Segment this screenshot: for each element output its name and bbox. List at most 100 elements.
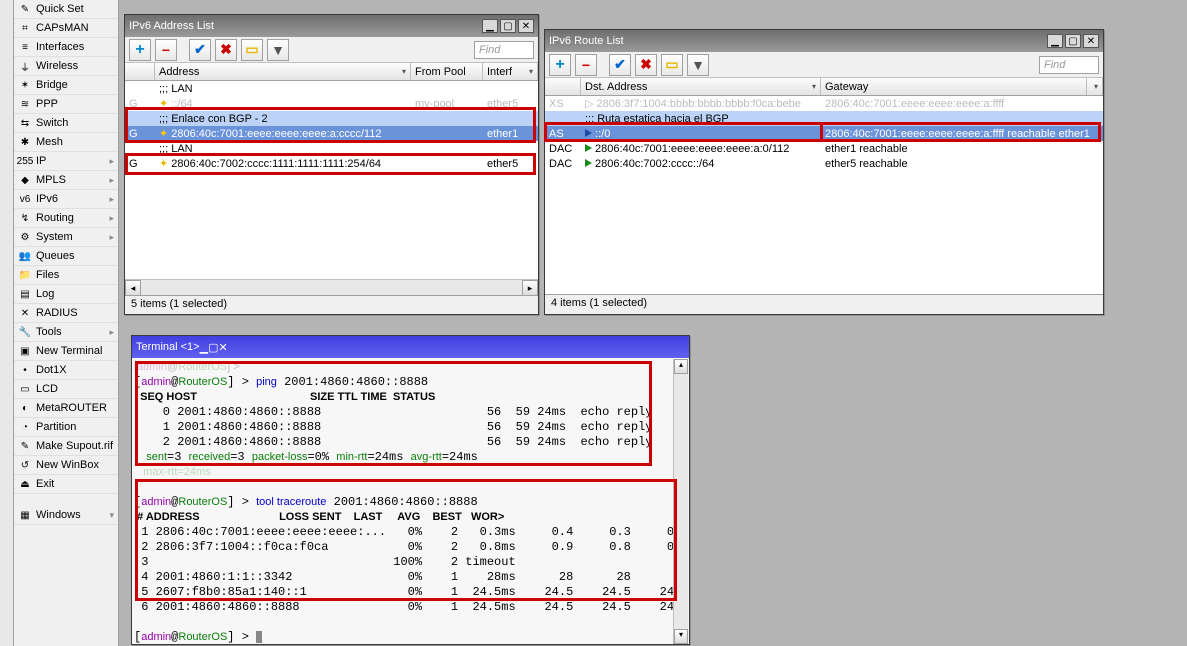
route-grid[interactable]: XS▷ 2806:3f7:1004:bbbb:bbbb:bbbb:f0ca:be… xyxy=(545,96,1103,294)
sidebar-item-bridge[interactable]: ✶Bridge xyxy=(14,76,118,95)
sidebar-item-quick-set[interactable]: ✎Quick Set xyxy=(14,0,118,19)
menu-icon: ✱ xyxy=(18,135,32,149)
comment-row[interactable]: ;;; LAN xyxy=(125,141,538,156)
sidebar-item-metarouter[interactable]: ◐MetaROUTER xyxy=(14,399,118,418)
col-interface[interactable]: Interf▾ xyxy=(483,63,538,80)
column-headers: Dst. Address▾ Gateway ▾ xyxy=(545,78,1103,96)
comment-row[interactable]: ;;; LAN xyxy=(125,81,538,96)
add-button[interactable]: + xyxy=(549,54,571,76)
address-row[interactable]: G✦ 2806:40c:7002:cccc:1111:1111:1111:254… xyxy=(125,156,538,171)
sidebar-item-label: IP xyxy=(36,155,46,167)
sidebar-item-capsman[interactable]: ⌗CAPsMAN xyxy=(14,19,118,38)
route-row[interactable]: AS ::/02806:40c:7001:eeee:eeee:eeee:a:ff… xyxy=(545,126,1103,141)
col-frompool[interactable]: From Pool xyxy=(411,63,483,80)
sidebar-item-switch[interactable]: ⇆Switch xyxy=(14,114,118,133)
vscrollbar[interactable]: ▴ ▾ xyxy=(673,359,688,644)
sidebar-item-files[interactable]: 📁Files xyxy=(14,266,118,285)
route-row[interactable]: DAC 2806:40c:7002:cccc::/64ether5 reacha… xyxy=(545,156,1103,171)
comment-button[interactable]: ▭ xyxy=(241,39,263,61)
sidebar-item-queues[interactable]: 👥Queues xyxy=(14,247,118,266)
sidebar-item-system[interactable]: ⚙System▸ xyxy=(14,228,118,247)
comment-row[interactable]: ;;; Ruta estatica hacia el BGP xyxy=(545,111,1103,126)
sidebar-item-label: MPLS xyxy=(36,174,66,186)
route-row[interactable]: XS▷ 2806:3f7:1004:bbbb:bbbb:bbbb:f0ca:be… xyxy=(545,96,1103,111)
sidebar-item-mpls[interactable]: ◆MPLS▸ xyxy=(14,171,118,190)
sidebar-item-new-winbox[interactable]: ↺New WinBox xyxy=(14,456,118,475)
sidebar-item-label: Make Supout.rif xyxy=(36,440,113,452)
sidebar-item-ppp[interactable]: ≋PPP xyxy=(14,95,118,114)
statusbar: 5 items (1 selected) xyxy=(125,295,538,313)
sidebar-item-label: Queues xyxy=(36,250,75,262)
windows-icon: ▦ xyxy=(18,508,32,522)
menu-icon: 🔧 xyxy=(18,325,32,339)
sidebar-item-label: PPP xyxy=(36,98,58,110)
menu-icon: ⏚ xyxy=(18,59,32,73)
sidebar-item-exit[interactable]: ⏏Exit xyxy=(14,475,118,494)
sidebar-item-new-terminal[interactable]: ▣New Terminal xyxy=(14,342,118,361)
sidebar-item-ipv6[interactable]: v6IPv6▸ xyxy=(14,190,118,209)
address-row[interactable]: G✦ 2806:40c:7001:eeee:eeee:eeee:a:cccc/1… xyxy=(125,126,538,141)
sidebar-item-label: Tools xyxy=(36,326,62,338)
enable-button[interactable]: ✔ xyxy=(609,54,631,76)
close-button[interactable]: ✕ xyxy=(518,19,534,33)
close-button[interactable]: ✕ xyxy=(218,341,227,354)
maximize-button[interactable]: ▢ xyxy=(500,19,516,33)
column-headers: Address▾ From Pool Interf▾ xyxy=(125,63,538,81)
sidebar-item-label: RADIUS xyxy=(36,307,78,319)
sidebar-item-ip[interactable]: 255IP▸ xyxy=(14,152,118,171)
chevron-right-icon: ▸ xyxy=(109,194,114,205)
close-button[interactable]: ✕ xyxy=(1083,34,1099,48)
titlebar[interactable]: Terminal <1> ▁ ▢ ✕ xyxy=(132,336,689,358)
comment-button[interactable]: ▭ xyxy=(661,54,683,76)
find-input[interactable]: Find xyxy=(474,41,534,59)
address-grid[interactable]: ;;; LANG✦ ::/64my-poolether5;;; Enlace c… xyxy=(125,81,538,279)
filter-button[interactable]: ▼ xyxy=(687,54,709,76)
minimize-button[interactable]: ▁ xyxy=(200,341,208,354)
chevron-right-icon: ▸ xyxy=(109,213,114,224)
remove-button[interactable]: − xyxy=(155,39,177,61)
add-button[interactable]: + xyxy=(129,39,151,61)
sidebar-item-label: Bridge xyxy=(36,79,68,91)
terminal-window: Terminal <1> ▁ ▢ ✕ [admin@RouterOS] > [a… xyxy=(131,335,690,645)
hscrollbar[interactable]: ◂▸ xyxy=(125,279,538,295)
enable-button[interactable]: ✔ xyxy=(189,39,211,61)
sidebar-item-tools[interactable]: 🔧Tools▸ xyxy=(14,323,118,342)
remove-button[interactable]: − xyxy=(575,54,597,76)
menu-icon: ▭ xyxy=(18,382,32,396)
sidebar-item-label: Quick Set xyxy=(36,3,84,15)
maximize-button[interactable]: ▢ xyxy=(1065,34,1081,48)
titlebar[interactable]: IPv6 Address List ▁ ▢ ✕ xyxy=(125,15,538,37)
comment-row[interactable]: ;;; Enlace con BGP - 2 xyxy=(125,111,538,126)
maximize-button[interactable]: ▢ xyxy=(208,341,218,354)
sidebar: ✎Quick Set⌗CAPsMAN≡Interfaces⏚Wireless✶B… xyxy=(14,0,119,646)
sidebar-item-interfaces[interactable]: ≡Interfaces xyxy=(14,38,118,57)
disable-button[interactable]: ✖ xyxy=(635,54,657,76)
menu-icon: ⏏ xyxy=(18,477,32,491)
sidebar-item-mesh[interactable]: ✱Mesh xyxy=(14,133,118,152)
route-row[interactable]: DAC 2806:40c:7001:eeee:eeee:eeee:a:0/112… xyxy=(545,141,1103,156)
filter-button[interactable]: ▼ xyxy=(267,39,289,61)
sidebar-item-partition[interactable]: ◔Partition xyxy=(14,418,118,437)
terminal-output[interactable]: [admin@RouterOS] > [admin@RouterOS] > pi… xyxy=(132,358,689,644)
menu-icon: ▤ xyxy=(18,287,32,301)
titlebar[interactable]: IPv6 Route List ▁ ▢ ✕ xyxy=(545,30,1103,52)
disable-button[interactable]: ✖ xyxy=(215,39,237,61)
sidebar-item-radius[interactable]: ✕RADIUS xyxy=(14,304,118,323)
sidebar-item-dot1x[interactable]: •Dot1X xyxy=(14,361,118,380)
col-gateway[interactable]: Gateway xyxy=(821,78,1087,95)
menu-icon: 📁 xyxy=(18,268,32,282)
find-input[interactable]: Find xyxy=(1039,56,1099,74)
col-address[interactable]: Address▾ xyxy=(155,63,411,80)
minimize-button[interactable]: ▁ xyxy=(1047,34,1063,48)
minimize-button[interactable]: ▁ xyxy=(482,19,498,33)
sidebar-item-lcd[interactable]: ▭LCD xyxy=(14,380,118,399)
sidebar-windows[interactable]: ▦ Windows ▾ xyxy=(14,506,118,525)
toolbar: + − ✔ ✖ ▭ ▼ Find xyxy=(545,52,1103,78)
menu-icon: ⌗ xyxy=(18,21,32,35)
sidebar-item-wireless[interactable]: ⏚Wireless xyxy=(14,57,118,76)
sidebar-item-make-supout.rif[interactable]: ✎Make Supout.rif xyxy=(14,437,118,456)
sidebar-item-log[interactable]: ▤Log xyxy=(14,285,118,304)
address-row[interactable]: G✦ ::/64my-poolether5 xyxy=(125,96,538,111)
sidebar-item-routing[interactable]: ↯Routing▸ xyxy=(14,209,118,228)
col-dst[interactable]: Dst. Address▾ xyxy=(581,78,821,95)
